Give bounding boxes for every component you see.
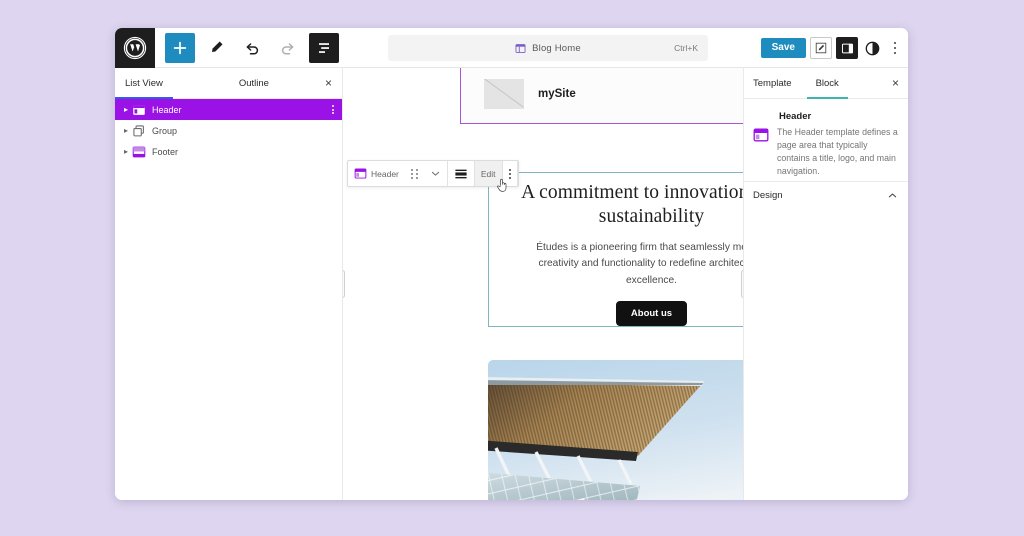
chevron-right-icon[interactable]: ▸	[120, 105, 132, 114]
settings-styles-button[interactable]	[810, 37, 832, 59]
list-item-footer[interactable]: ▸ Footer	[115, 141, 342, 162]
site-logo-placeholder[interactable]	[484, 79, 524, 109]
drag-handle[interactable]	[405, 161, 424, 186]
settings-sidebar: Template Block × Header The Header templ…	[743, 68, 908, 500]
close-list-view-button[interactable]: ×	[325, 77, 332, 89]
panel-right-icon	[841, 43, 853, 53]
tab-template[interactable]: Template	[753, 68, 792, 99]
list-item-label: Footer	[152, 146, 179, 157]
save-button[interactable]: Save	[760, 38, 806, 58]
group-blocks-icon	[133, 124, 144, 136]
block-options-button[interactable]	[503, 161, 517, 186]
editor-canvas[interactable]: mySite + A commitment to innovation and …	[343, 68, 743, 500]
redo-arrow-icon	[281, 42, 294, 55]
design-section-toggle[interactable]: Design	[744, 181, 908, 209]
block-type-button[interactable]: Header	[348, 161, 405, 186]
settings-tabs: Template Block ×	[744, 68, 908, 99]
close-settings-button[interactable]: ×	[892, 77, 899, 89]
pencil-icon	[211, 41, 222, 52]
hero-paragraph[interactable]: Études is a pioneering firm that seamles…	[489, 229, 743, 290]
list-view-button[interactable]	[309, 32, 339, 63]
architectural-canopy-photo[interactable]	[488, 360, 743, 500]
align-full-width-icon	[455, 169, 467, 178]
edit-tool-button[interactable]	[201, 33, 231, 63]
options-menu-button[interactable]	[886, 36, 904, 60]
canvas-resize-handle-left[interactable]	[343, 270, 345, 298]
list-view-tabs: List View Outline ×	[115, 68, 342, 99]
chevron-up-icon	[888, 193, 897, 198]
tab-outline[interactable]: Outline	[239, 68, 269, 99]
wordpress-logo-icon	[123, 36, 147, 59]
canvas-resize-handle-right[interactable]	[741, 270, 743, 298]
chevron-down-icon	[431, 171, 440, 176]
edit-button[interactable]: Edit	[474, 161, 502, 186]
edit-button-label: Edit	[480, 168, 496, 179]
contrast-circle-icon	[865, 41, 879, 55]
undo-button[interactable]	[237, 33, 267, 63]
dots-vertical-icon	[893, 41, 897, 45]
add-block-button[interactable]	[165, 32, 195, 63]
header-template-icon	[133, 104, 145, 115]
list-item-label: Header	[152, 104, 182, 115]
command-palette-shortcut: Ctrl+K	[674, 43, 698, 53]
block-info-body: The Header template defines a page area …	[753, 126, 898, 178]
template-preview-page: mySite + A commitment to innovation and …	[343, 68, 743, 500]
site-header-block[interactable]: mySite +	[460, 68, 743, 124]
footer-template-icon	[132, 146, 146, 157]
align-button[interactable]	[448, 161, 474, 186]
plus-icon	[173, 41, 187, 54]
tab-block[interactable]: Block	[806, 68, 849, 99]
template-icon	[515, 43, 526, 53]
block-info-title: Header	[779, 111, 812, 122]
move-block-button[interactable]	[424, 161, 447, 186]
list-view-rows: ▸ Header ▸ Group ▸ Footer	[115, 99, 342, 162]
block-type-label: Header	[371, 168, 399, 179]
tab-list-view[interactable]: List View	[115, 68, 173, 99]
styles-contrast-button[interactable]	[862, 38, 882, 58]
more-options-group	[503, 161, 518, 186]
about-us-button[interactable]: About us	[615, 301, 688, 327]
list-item-header[interactable]: ▸ Header	[115, 99, 342, 120]
list-item-label: Group	[152, 125, 178, 136]
top-toolbar-right-group: Save	[760, 28, 904, 68]
chevron-right-icon[interactable]: ▸	[120, 147, 132, 156]
block-info-description: The Header template defines a page area …	[777, 127, 898, 177]
site-editor-window: Blog Home Ctrl+K Save List View Outline …	[115, 28, 908, 500]
dots-vertical-icon	[508, 168, 511, 179]
header-template-icon	[354, 168, 367, 179]
list-item-options-button[interactable]	[332, 105, 334, 114]
drag-handle-icon	[410, 168, 418, 179]
chevron-right-icon[interactable]: ▸	[120, 126, 132, 135]
block-toolbar: Header Edit	[347, 160, 519, 192]
list-view-icon	[319, 42, 329, 53]
command-palette-label: Blog Home	[532, 42, 581, 54]
design-section-label: Design	[753, 190, 783, 201]
block-type-group: Header	[348, 161, 448, 186]
list-view-panel: List View Outline × ▸ Header ▸ Group ▸ F…	[115, 68, 343, 500]
hero-section-block[interactable]: A commitment to innovation and sustainab…	[488, 172, 743, 327]
alignment-group	[448, 161, 475, 186]
list-item-group[interactable]: ▸ Group	[115, 120, 342, 141]
site-title[interactable]: mySite	[538, 88, 576, 100]
block-info-card: Header The Header template defines a pag…	[744, 99, 908, 178]
editor-top-toolbar: Blog Home Ctrl+K Save	[115, 28, 908, 68]
command-palette-button[interactable]: Blog Home Ctrl+K	[388, 35, 708, 61]
pencil-square-icon	[815, 42, 827, 54]
photo-illustration	[488, 360, 743, 500]
wordpress-logo-button[interactable]	[115, 28, 155, 68]
header-template-icon	[753, 128, 769, 142]
undo-arrow-icon	[246, 42, 259, 55]
redo-button[interactable]	[273, 33, 303, 63]
sidebar-toggle-button[interactable]	[836, 37, 858, 59]
hero-heading[interactable]: A commitment to innovation and sustainab…	[489, 173, 743, 229]
edit-group: Edit	[474, 161, 503, 186]
